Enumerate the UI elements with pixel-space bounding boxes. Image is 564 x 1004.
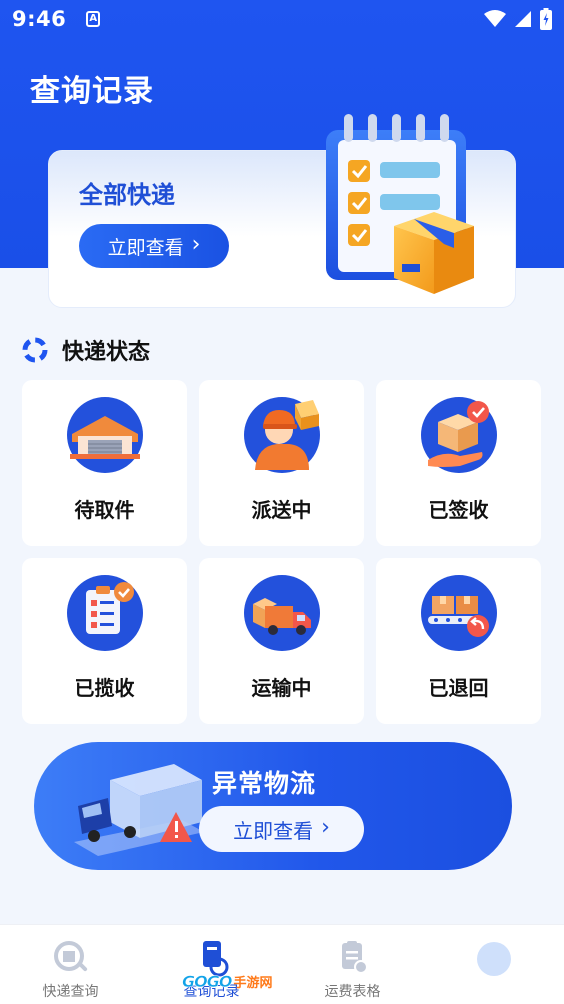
view-all-button[interactable]: 立即查看 › (79, 224, 229, 268)
chevron-right-icon: › (321, 815, 330, 840)
status-icons (484, 8, 552, 30)
wifi-icon (484, 10, 506, 27)
status-label: 已揽收 (74, 676, 135, 700)
tab-label: 快递查询 (42, 984, 99, 1000)
status-grid: 待取件 派送中 已签收 已揽收 运输中 已退回 (22, 380, 542, 724)
status-bar: 9:46 A (0, 0, 564, 38)
profile-icon (476, 942, 511, 976)
view-abnormal-label: 立即查看 (233, 818, 314, 843)
courier-icon (244, 397, 320, 473)
clipboard-check-icon (67, 575, 143, 651)
tab-express-query[interactable]: 快递查询 (0, 925, 141, 1004)
watermark-site: 手游网 (233, 975, 273, 991)
watermark-brand: GOGO (182, 971, 233, 991)
lifebuoy-icon (22, 337, 48, 363)
notification-icon: A (86, 11, 101, 27)
abnormal-title: 异常物流 (212, 769, 317, 798)
status-label: 派送中 (251, 498, 312, 522)
status-tile-delivering[interactable]: 派送中 (199, 380, 364, 546)
search-package-icon (53, 941, 87, 972)
page-title: 查询记录 (30, 74, 154, 109)
status-time: 9:46 (12, 7, 67, 31)
signal-icon (515, 11, 531, 27)
status-tile-returned[interactable]: 已退回 (376, 558, 541, 724)
status-section-header: 快递状态 (22, 334, 150, 366)
watermark: GOGO 手游网 (182, 966, 294, 996)
section-title: 快递状态 (62, 340, 151, 365)
status-tile-pending-pickup[interactable]: 待取件 (22, 380, 187, 546)
tab-label: 运费表格 (324, 984, 381, 1000)
truck-icon (244, 575, 320, 651)
warehouse-icon (67, 397, 143, 473)
view-all-label: 立即查看 (107, 236, 184, 259)
view-abnormal-button[interactable]: 立即查看 › (199, 806, 364, 852)
tab-profile[interactable] (423, 925, 564, 1004)
checklist-calendar-icon (326, 114, 474, 294)
package-received-icon (421, 397, 497, 473)
chevron-right-icon: › (191, 232, 201, 257)
abnormal-logistics-card[interactable]: 异常物流 立即查看 › (34, 742, 512, 870)
all-express-title: 全部快递 (79, 181, 175, 209)
return-conveyor-icon (421, 575, 497, 651)
status-label: 运输中 (251, 676, 312, 700)
status-label: 已签收 (428, 498, 489, 522)
status-label: 待取件 (74, 498, 135, 522)
battery-icon (540, 8, 552, 30)
freight-sheet-icon (341, 941, 368, 974)
alert-truck-icon (74, 764, 204, 856)
status-tile-collected[interactable]: 已揽收 (22, 558, 187, 724)
status-label: 已退回 (428, 676, 489, 700)
status-tile-signed[interactable]: 已签收 (376, 380, 541, 546)
status-tile-in-transit[interactable]: 运输中 (199, 558, 364, 724)
tab-freight-sheet[interactable]: 运费表格 (282, 925, 423, 1004)
